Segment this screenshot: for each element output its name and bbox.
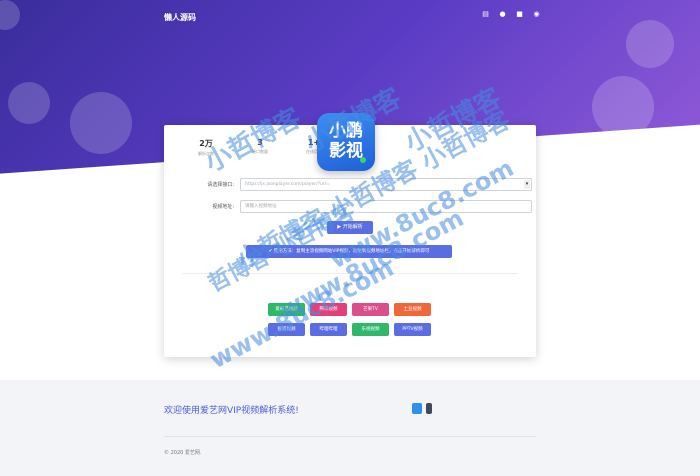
platform-button[interactable]: 芒果TV [352, 303, 389, 316]
nav-icons: ▤ ● ■ ◉ [482, 11, 540, 18]
grid-icon[interactable]: ■ [516, 11, 523, 18]
secondary-button[interactable] [426, 403, 432, 414]
stat-value: 2万 [199, 139, 213, 148]
stat-label: 解析次数 [198, 151, 214, 156]
platform-button[interactable]: PPTV视频 [394, 323, 431, 336]
url-row: 视频地址: 请输入视频地址 [192, 200, 532, 213]
footer-divider [164, 436, 536, 437]
platform-buttons: 爱奇艺视频 腾讯视频 芒果TV 土豆视频 搜狐视频 哔哩哔哩 乐视视频 PPTV… [268, 303, 432, 336]
settings-icon[interactable]: ◉ [533, 11, 540, 18]
stat-item: 2万 解析次数 [194, 138, 218, 157]
stats-row: 2万 解析次数 3 接口数量 1+ 在线用户 [194, 138, 326, 157]
user-icon[interactable]: ● [499, 11, 506, 18]
logo-text-line: 影视 [329, 141, 363, 161]
welcome-text: 欢迎使用爱艺网VIP视频解析系统! [164, 406, 299, 416]
url-input[interactable]: 请输入视频地址 [240, 200, 532, 213]
divider [182, 273, 518, 274]
usage-tip: ✔ 使用方法：复制主流视频网站VIP视频，粘贴到视频地址栏，点击开始解析即可 [246, 245, 452, 258]
url-label: 视频地址: [212, 204, 234, 210]
interface-select[interactable]: https://jx.jsonplayer.com/player/?url= ▾ [240, 178, 532, 191]
top-navbar: 懒人源码 ▤ ● ■ ◉ [0, 0, 700, 34]
logo-text-line: 小鹏 [329, 121, 363, 141]
platform-button[interactable]: 乐视视频 [352, 323, 389, 336]
parse-button-label: 开始解析 [342, 224, 363, 230]
usage-tip-text: 使用方法：复制主流视频网站VIP视频，粘贴到视频地址栏，点击开始解析即可 [273, 249, 430, 254]
copyright-text: © 2020 爱艺网. [164, 450, 202, 456]
app-logo: 小鹏 影视 [317, 113, 375, 171]
parser-card: 2万 解析次数 3 接口数量 1+ 在线用户 小鹏 影视 请选择接口: http… [164, 113, 536, 357]
platform-button[interactable]: 搜狐视频 [268, 323, 305, 336]
bell-button[interactable] [412, 403, 422, 414]
platform-button[interactable]: 爱奇艺视频 [268, 303, 305, 316]
platform-button[interactable]: 腾讯视频 [310, 303, 347, 316]
brand-logo[interactable]: 懒人源码 [164, 12, 196, 23]
parse-button[interactable]: ▶ 开始解析 [327, 221, 373, 234]
logo-dot [360, 157, 366, 163]
stat-value: 3 [257, 138, 263, 147]
platform-button[interactable]: 土豆视频 [394, 303, 431, 316]
stat-item: 3 接口数量 [248, 138, 272, 157]
chevron-down-icon[interactable]: ▾ [524, 180, 530, 189]
interface-select-value: https://jx.jsonplayer.com/player/?url= [245, 182, 330, 187]
cart-icon[interactable]: ▤ [482, 11, 489, 18]
interface-label: 请选择接口: [207, 182, 234, 188]
decor-bubble [8, 82, 50, 124]
decor-bubble [70, 92, 132, 154]
interface-row: 请选择接口: https://jx.jsonplayer.com/player/… [192, 178, 532, 191]
platform-button[interactable]: 哔哩哔哩 [310, 323, 347, 336]
stat-label: 接口数量 [252, 149, 268, 154]
